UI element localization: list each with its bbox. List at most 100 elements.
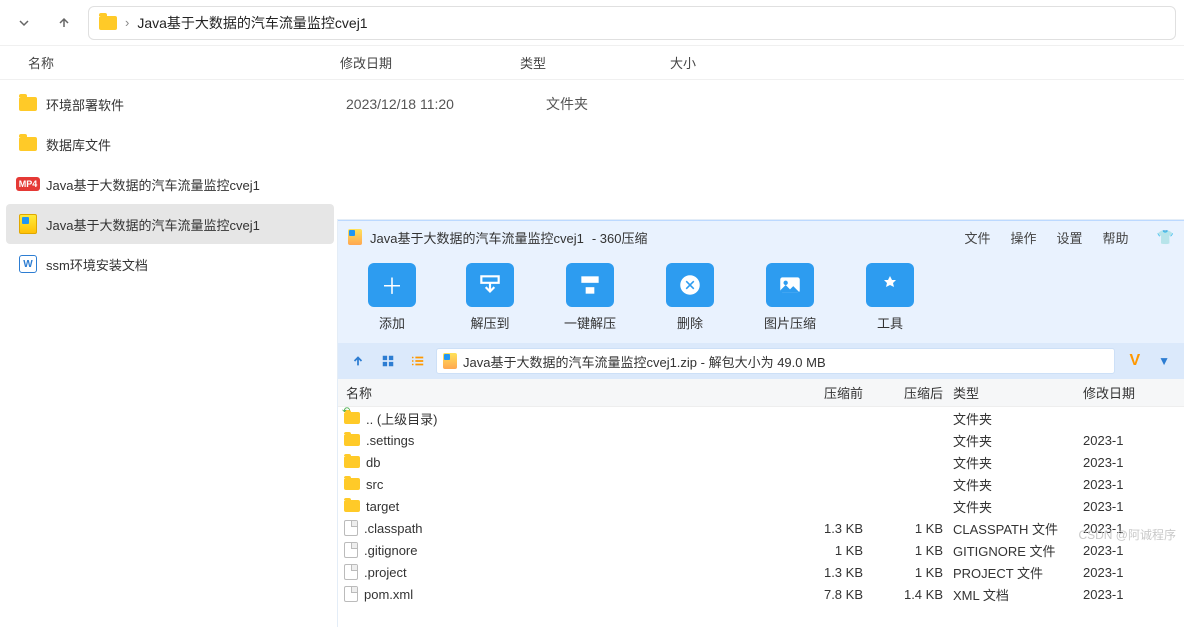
zip-row[interactable]: .settings 文件夹2023-1 (338, 429, 1184, 451)
zip-row[interactable]: .project1.3 KB1 KBPROJECT 文件2023-1 (338, 561, 1184, 583)
zip-row[interactable]: src文件夹2023-1 (338, 473, 1184, 495)
file-list: 环境部署软件数据库文件 MP4Java基于大数据的汽车流量监控cvej1 Java基… (0, 80, 340, 284)
menu-op[interactable]: 操作 (1011, 228, 1037, 247)
zip-file-name: pom.xml (364, 587, 413, 602)
breadcrumb-path: Java基于大数据的汽车流量监控cvej1 (137, 13, 367, 33)
menu-file[interactable]: 文件 (965, 228, 991, 247)
zip-column-header: 名称 压缩前 压缩后 类型 修改日期 (338, 379, 1184, 407)
zip-file-date: 2023-1 (1073, 433, 1184, 448)
zip-size-pre: 1 KB (783, 543, 863, 558)
tools-icon (866, 263, 914, 307)
zip-size-pre: 7.8 KB (783, 587, 863, 602)
v-badge-icon[interactable]: V (1129, 352, 1140, 370)
zip-size-post: 1 KB (863, 521, 943, 536)
col-size[interactable]: 大小 (670, 53, 790, 72)
zip-file-name: .project (364, 565, 407, 580)
row-meta: 2023/12/18 11:20 文件夹 (346, 84, 588, 124)
address-bar[interactable]: › Java基于大数据的汽车流量监控cvej1 (88, 6, 1176, 40)
file-name: 环境部署软件 (46, 95, 124, 114)
zip-file-type: 文件夹 (943, 453, 1073, 472)
zh-date[interactable]: 修改日期 (1073, 383, 1184, 402)
menu-help[interactable]: 帮助 (1103, 228, 1129, 247)
zh-name[interactable]: 名称 (338, 383, 783, 402)
zip-toolbar: ＋ 添加 解压到 一键解压 删除 图片压缩 工具 (338, 253, 1184, 343)
zh-type[interactable]: 类型 (943, 383, 1073, 402)
zip-size-post: 1 KB (863, 565, 943, 580)
zip-up-button[interactable] (346, 349, 370, 373)
image-icon (766, 263, 814, 307)
btn-add[interactable]: ＋ 添加 (368, 259, 416, 343)
zip-file-type: XML 文档 (943, 585, 1073, 604)
explorer-row[interactable]: MP4Java基于大数据的汽车流量监控cvej1 (0, 164, 340, 204)
zip-row[interactable]: target 文件夹2023-1 (338, 495, 1184, 517)
explorer-row[interactable]: Wssm环境安装文档 (0, 244, 340, 284)
view-icons-button[interactable] (376, 349, 400, 373)
dropdown-icon[interactable]: ▼ (1152, 354, 1176, 368)
zip-row[interactable]: db文件夹2023-1 (338, 451, 1184, 473)
zip-title-suffix: - 360压缩 (592, 228, 648, 247)
folder-icon (18, 134, 38, 154)
back-button[interactable] (8, 7, 40, 39)
col-modified[interactable]: 修改日期 (340, 53, 520, 72)
btn-delete-label: 删除 (677, 313, 703, 332)
zip-file-type: GITIGNORE 文件 (943, 541, 1073, 560)
zip-size-pre: 1.3 KB (783, 521, 863, 536)
view-list-button[interactable] (406, 349, 430, 373)
first-row-date: 2023/12/18 11:20 (346, 96, 506, 112)
first-row-type: 文件夹 (546, 94, 588, 114)
zh-post[interactable]: 压缩后 (863, 383, 943, 402)
skin-icon[interactable]: 👕 (1157, 229, 1174, 246)
file-name: 数据库文件 (46, 135, 111, 154)
zip-file-date: 2023-1 (1073, 477, 1184, 492)
explorer-row[interactable]: Java基于大数据的汽车流量监控cvej1 (6, 204, 334, 244)
zip-file-name: target (366, 499, 399, 514)
folder-icon (18, 94, 38, 114)
breadcrumb-separator: › (125, 15, 129, 30)
zip-file-type: 文件夹 (943, 497, 1073, 516)
col-name[interactable]: 名称 (0, 53, 340, 72)
menu-settings[interactable]: 设置 (1057, 228, 1083, 247)
zip-row[interactable]: .gitignore1 KB1 KBGITIGNORE 文件2023-1 (338, 539, 1184, 561)
zip-file-date: 2023-1 (1073, 499, 1184, 514)
zip-file-type: 文件夹 (943, 431, 1073, 450)
zip-app-icon (348, 229, 362, 245)
btn-tools[interactable]: 工具 (866, 259, 914, 343)
file-name: Java基于大数据的汽车流量监控cvej1 (46, 215, 260, 234)
zip-icon (18, 214, 38, 234)
btn-delete[interactable]: 删除 (666, 259, 714, 343)
zip-file-name: .classpath (364, 521, 423, 536)
zh-pre[interactable]: 压缩前 (783, 383, 863, 402)
zip-path-text: Java基于大数据的汽车流量监控cvej1.zip - 解包大小为 49.0 M… (463, 352, 826, 371)
zip-row[interactable]: .. (上级目录)文件夹 (338, 407, 1184, 429)
btn-image[interactable]: 图片压缩 (764, 259, 816, 343)
folder-up-icon (344, 412, 360, 424)
btn-oneclick[interactable]: 一键解压 (564, 259, 616, 343)
zip-file-type: 文件夹 (943, 409, 1073, 428)
zip-row[interactable]: pom.xml7.8 KB1.4 KBXML 文档2023-1 (338, 583, 1184, 605)
zip-file-name: .settings (366, 433, 414, 448)
explorer-row[interactable]: 环境部署软件 (0, 84, 340, 124)
file-name: ssm环境安装文档 (46, 255, 148, 274)
zip-path-input[interactable]: Java基于大数据的汽车流量监控cvej1.zip - 解包大小为 49.0 M… (436, 348, 1115, 374)
watermark: CSDN @阿诚程序 (1078, 526, 1176, 543)
file-icon (344, 542, 358, 558)
folder-icon (344, 456, 360, 468)
btn-image-label: 图片压缩 (764, 313, 816, 332)
zip-file-date: 2023-1 (1073, 455, 1184, 470)
oneclick-icon (566, 263, 614, 307)
folder-icon (344, 434, 360, 446)
delete-icon (666, 263, 714, 307)
col-type[interactable]: 类型 (520, 53, 670, 72)
btn-oneclick-label: 一键解压 (564, 313, 616, 332)
zip-file-name: .gitignore (364, 543, 417, 558)
zip-file-date: 2023-1 (1073, 587, 1184, 602)
zip-row[interactable]: .classpath1.3 KB1 KBCLASSPATH 文件2023-1 (338, 517, 1184, 539)
up-button[interactable] (48, 7, 80, 39)
extract-icon (466, 263, 514, 307)
zip-window: Java基于大数据的汽车流量监控cvej1 - 360压缩 文件 操作 设置 帮… (338, 220, 1184, 627)
zip-file-list: .. (上级目录)文件夹.settings文件夹2023-1db文件夹2023-… (338, 407, 1184, 605)
zip-size-post: 1 KB (863, 543, 943, 558)
zip-titlebar[interactable]: Java基于大数据的汽车流量监控cvej1 - 360压缩 文件 操作 设置 帮… (338, 221, 1184, 253)
explorer-row[interactable]: 数据库文件 (0, 124, 340, 164)
btn-extract[interactable]: 解压到 (466, 259, 514, 343)
